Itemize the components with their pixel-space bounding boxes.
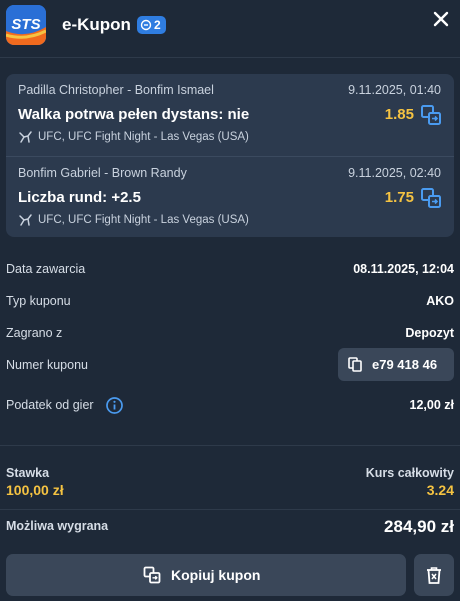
stake-label: Stawka — [6, 466, 50, 480]
bet-count-badge: 2 — [137, 16, 166, 34]
sts-logo-icon: STS — [6, 5, 46, 45]
swap-icon[interactable] — [420, 104, 442, 126]
coupon-title: e-Kupon — [62, 15, 131, 34]
detail-type-label: Typ kuponu — [6, 294, 71, 308]
info-icon[interactable] — [105, 396, 124, 415]
possible-win-label: Możliwa wygrana — [6, 519, 109, 533]
bet-date: 9.11.2025, 01:40 — [348, 83, 441, 97]
coupon-number: e79 418 46 — [372, 357, 438, 372]
detail-tax-label: Podatek od gier — [6, 398, 94, 412]
copy-coupon-label: Kopiuj kupon — [171, 567, 261, 583]
detail-tax-row: Podatek od gier 12,00 zł — [6, 396, 454, 418]
detail-date-value: 08.11.2025, 12:04 — [353, 262, 454, 276]
svg-text:STS: STS — [11, 16, 40, 33]
bet-event: UFC, UFC Fight Night - Las Vegas (USA) — [38, 214, 249, 226]
bet-odds: 1.85 — [384, 106, 414, 123]
detail-source-value: Depozyt — [405, 326, 454, 340]
total-odds-label: Kurs całkowity — [365, 466, 454, 480]
bets-list: Padilla Christopher - Bonfim Ismael 9.11… — [6, 74, 454, 237]
coupon-header: STS e-Kupon 2 — [0, 0, 460, 58]
ticket-icon — [140, 19, 152, 31]
swap-icon[interactable] — [420, 187, 442, 209]
detail-tax-value: 12,00 zł — [409, 398, 454, 412]
bet-count: 2 — [154, 18, 161, 32]
copy-coupon-button[interactable]: Kopiuj kupon — [6, 554, 406, 596]
bet-date: 9.11.2025, 02:40 — [348, 166, 441, 180]
stake-value: 100,00 zł — [6, 482, 64, 498]
bet-teams: Bonfim Gabriel - Brown Randy — [18, 166, 187, 180]
bet-pick: Walka potrwa pełen dystans: nie — [18, 106, 250, 123]
copy-icon — [143, 566, 161, 584]
total-odds-value: 3.24 — [426, 482, 454, 498]
close-button[interactable] — [428, 6, 454, 32]
detail-number-label: Numer kuponu — [6, 358, 88, 372]
detail-date-row: Data zawarcia 08.11.2025, 12:04 — [6, 262, 454, 282]
bet-teams: Padilla Christopher - Bonfim Ismael — [18, 83, 214, 97]
bet-pick: Liczba rund: +2.5 — [18, 189, 141, 206]
detail-type-value: AKO — [426, 294, 454, 308]
ufc-icon — [19, 131, 32, 143]
bet-event: UFC, UFC Fight Night - Las Vegas (USA) — [38, 131, 249, 143]
divider — [0, 509, 460, 510]
detail-type-row: Typ kuponu AKO — [6, 294, 454, 314]
bet-odds: 1.75 — [384, 189, 414, 206]
close-icon — [433, 11, 449, 27]
ufc-icon — [19, 214, 32, 226]
delete-coupon-button[interactable] — [414, 554, 454, 596]
copy-icon — [348, 357, 362, 372]
trash-icon — [427, 567, 441, 584]
possible-win-value: 284,90 zł — [384, 517, 454, 536]
divider — [0, 445, 460, 446]
detail-source-label: Zagrano z — [6, 326, 63, 340]
copy-coupon-id-button[interactable]: e79 418 46 — [338, 348, 454, 381]
detail-date-label: Data zawarcia — [6, 262, 86, 276]
detail-source-row: Zagrano z Depozyt — [6, 326, 454, 346]
bet-item: Bonfim Gabriel - Brown Randy 9.11.2025, … — [6, 156, 454, 237]
bet-item: Padilla Christopher - Bonfim Ismael 9.11… — [6, 74, 454, 155]
